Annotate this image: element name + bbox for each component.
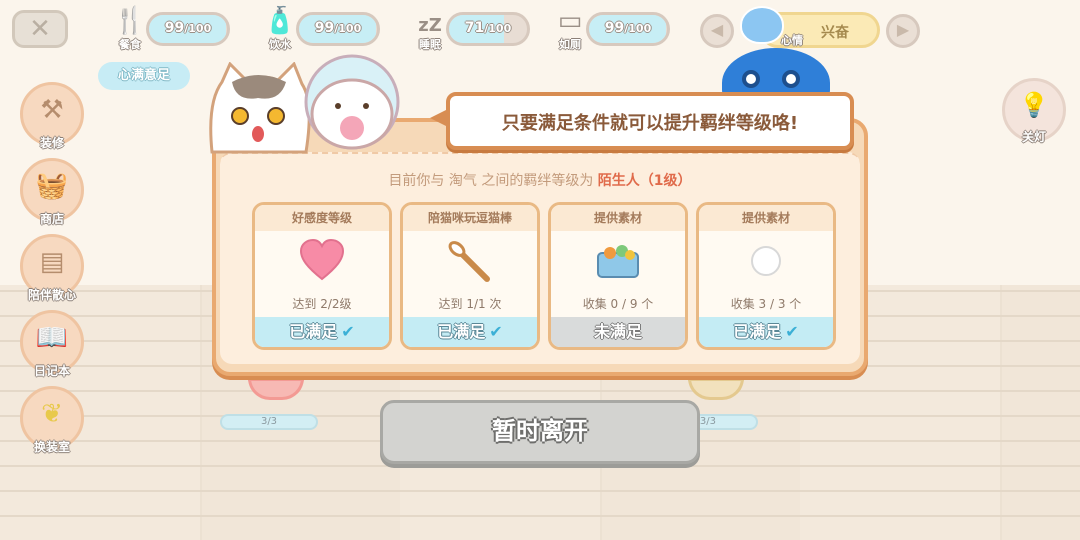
mood-next-button[interactable]: ▶ [886, 14, 920, 48]
sidebar-item-decorate[interactable]: ⚒ 装修 [20, 82, 84, 150]
cat-eye [742, 70, 760, 88]
sidebar-item-wardrobe[interactable]: ❦ 换装室 [20, 386, 84, 454]
check-icon: ✔ [785, 322, 799, 341]
food-tray-icon [551, 239, 685, 295]
card-title: 提供素材 [551, 205, 685, 231]
sidebar-item-label: 换装室 [33, 440, 70, 454]
bond-prefix: 目前你与 淘气 之间的羁绊等级为 [388, 173, 594, 189]
sidebar-item-relax[interactable]: ▤ 陪伴散心 [20, 234, 84, 302]
book-icon: 📖 [35, 323, 69, 353]
stat-water-value: 99 [314, 20, 335, 36]
stat-sleep-label: 睡眠 [419, 38, 441, 51]
card-title: 好感度等级 [255, 205, 389, 231]
stat-toilet-bar: 99/100 [586, 12, 670, 46]
cat-eye [782, 70, 800, 88]
basket-icon: 🧺 [35, 171, 69, 201]
bowl-count-left: 3/3 [220, 414, 318, 430]
mood-value: 兴奋 [821, 25, 849, 41]
sidebar-item-label: 陪伴散心 [27, 288, 76, 302]
lamp-icon: 💡 [1019, 91, 1049, 119]
card-desc: 达到 1/1 次 [438, 297, 502, 311]
stat-food-max: /100 [184, 22, 212, 35]
white-cat-character [304, 54, 400, 150]
stat-toilet-max: /100 [624, 22, 652, 35]
stat-food-bar: 99/100 [146, 12, 230, 46]
requirement-card: 提供素材 收集 0 / 9 个 未满足 [548, 202, 688, 350]
stat-sleep-bar: 71/100 [446, 12, 530, 46]
cat-mood-face-icon [740, 6, 784, 44]
sidebar-item-shop[interactable]: 🧺 商店 [20, 158, 84, 226]
sidebar-item-label: 商店 [39, 212, 64, 226]
card-status: 已满足 ✔ [699, 317, 833, 347]
bond-level: 陌生人（1级） [597, 173, 692, 189]
sidebar-item-label: 日记本 [33, 364, 70, 378]
requirement-card: 好感度等级 达到 2/2级 已满足 ✔ [252, 202, 392, 350]
stat-food-label: 餐食 [119, 38, 141, 51]
card-status: 已满足 ✔ [255, 317, 389, 347]
leave-button[interactable]: 暂时离开 [380, 400, 700, 464]
stat-toilet-label: 如厕 [559, 38, 581, 51]
sidebar-item-label: 装修 [39, 136, 64, 150]
bond-status-text: 目前你与 淘气 之间的羁绊等级为 陌生人（1级） [212, 170, 868, 190]
stat-sleep-value: 71 [464, 20, 485, 36]
stat-sleep-max: /100 [484, 22, 512, 35]
stat-water-max: /100 [334, 22, 362, 35]
hammer-icon: ⚒ [40, 95, 64, 125]
speech-bubble: 只要满足条件就可以提升羁绊等级咯! [430, 92, 854, 150]
sidebar-item-diary[interactable]: 📖 日记本 [20, 310, 84, 378]
requirement-card: 提供素材 收集 3 / 3 个 已满足 ✔ [696, 202, 836, 350]
card-desc: 达到 2/2级 [292, 297, 352, 311]
card-status: 未满足 [551, 317, 685, 347]
butterfly-icon: ❦ [41, 399, 63, 429]
close-button[interactable]: ✕ [12, 10, 68, 48]
stat-water-bar: 99/100 [296, 12, 380, 46]
light-off-label: 关灯 [1021, 130, 1046, 144]
card-desc: 收集 0 / 9 个 [582, 297, 654, 311]
light-off-button[interactable]: 💡 关灯 [1002, 78, 1066, 144]
card-title: 陪猫咪玩逗猫棒 [403, 205, 537, 231]
cat-teaser-icon [403, 239, 537, 295]
satisfied-tag: 心满意足 [98, 62, 190, 90]
requirement-card: 陪猫咪玩逗猫棒 达到 1/1 次 已满足 ✔ [400, 202, 540, 350]
card-status: 已满足 ✔ [403, 317, 537, 347]
mood-label: 心情 [781, 34, 803, 47]
mood-prev-button[interactable]: ◀ [700, 14, 734, 48]
stat-food-value: 99 [164, 20, 185, 36]
speech-text: 只要满足条件就可以提升羁绊等级咯! [501, 113, 799, 134]
stat-water-label: 饮水 [269, 38, 291, 51]
heart-icon [255, 238, 389, 295]
check-icon: ✔ [489, 322, 503, 341]
card-desc: 收集 3 / 3 个 [730, 297, 802, 311]
check-icon: ✔ [341, 322, 355, 341]
card-title: 提供素材 [699, 205, 833, 231]
cotton-ball-icon [699, 239, 833, 295]
stat-toilet-value: 99 [604, 20, 625, 36]
scenery-icon: ▤ [39, 247, 65, 277]
